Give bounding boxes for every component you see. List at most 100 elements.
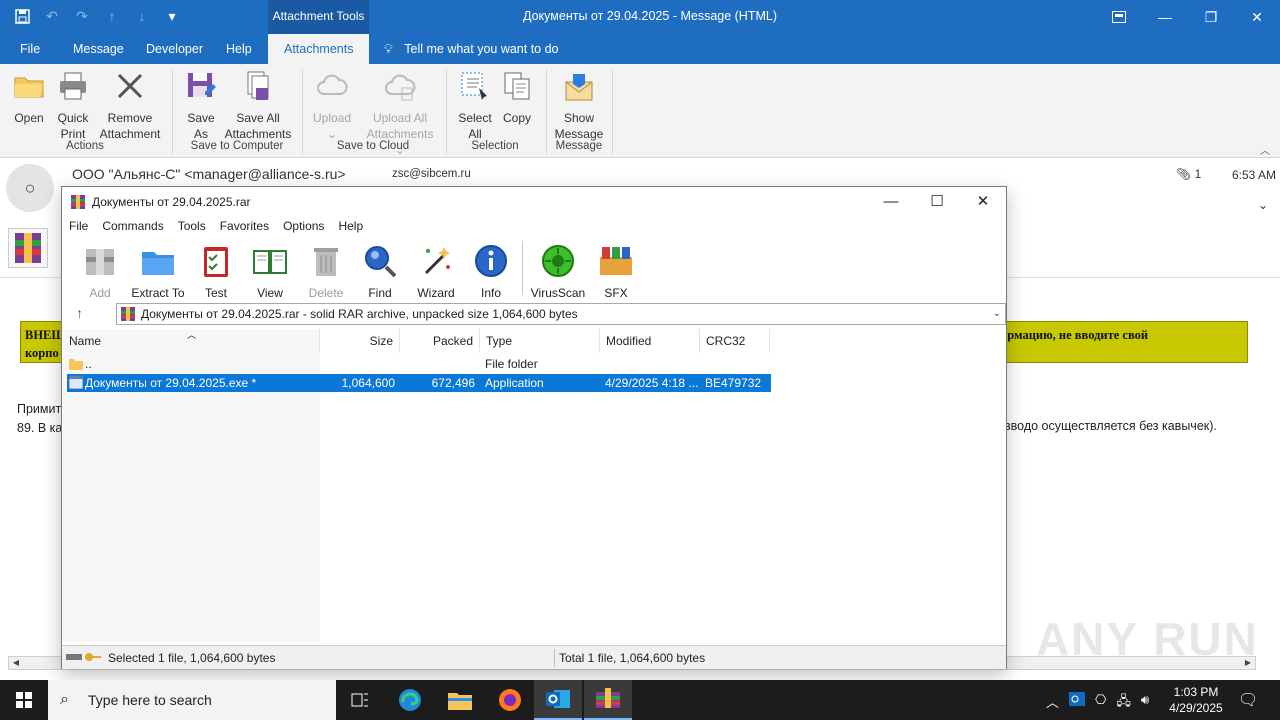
taskbar-file-explorer[interactable]: [436, 680, 484, 720]
column-crc32[interactable]: CRC32: [700, 329, 770, 353]
tab-developer[interactable]: Developer: [146, 34, 203, 64]
ribbon-display-options-icon[interactable]: [1096, 0, 1142, 34]
select-all-button[interactable]: Select All: [456, 68, 494, 142]
start-button[interactable]: [0, 680, 48, 720]
notification-center-icon[interactable]: 🗨︎: [1238, 690, 1258, 710]
menu-favorites[interactable]: Favorites: [213, 217, 276, 237]
extract-to-label: Extract To: [131, 286, 185, 300]
add-archive-icon: [86, 249, 114, 275]
taskbar-search-box[interactable]: ⌕ Type here to search: [48, 680, 336, 720]
quick-print-label-1: Quick: [57, 111, 89, 125]
remove-label-1: Remove: [107, 111, 153, 125]
drive-icon: [66, 646, 82, 670]
upload-label: Upload: [312, 111, 352, 125]
clock-date: 4/29/2025: [1169, 701, 1223, 715]
collapse-ribbon-icon[interactable]: ︿: [1260, 142, 1270, 157]
paperclip-icon: 📎︎: [1176, 167, 1192, 181]
column-size[interactable]: Size: [320, 329, 400, 353]
close-button[interactable]: ✕: [1234, 0, 1280, 34]
menu-file[interactable]: File: [62, 217, 95, 237]
outlook-icon: [546, 690, 570, 708]
show-message-button[interactable]: Show Message: [554, 68, 604, 142]
view-button[interactable]: View: [248, 243, 292, 300]
column-packed[interactable]: Packed: [400, 329, 480, 353]
extract-to-button[interactable]: Extract To: [130, 243, 186, 300]
taskbar-firefox[interactable]: [486, 680, 534, 720]
show-hidden-icons-icon[interactable]: ︿: [1046, 692, 1059, 714]
printer-icon: [60, 72, 86, 100]
column-type[interactable]: Type: [480, 329, 600, 353]
save-all-label-1: Save All: [236, 111, 280, 125]
upload-button[interactable]: Upload ⌄: [310, 68, 354, 142]
menu-options[interactable]: Options: [276, 217, 331, 237]
outlook-tray-icon[interactable]: [1069, 692, 1086, 714]
remove-attachment-button[interactable]: Remove Attachment: [96, 68, 164, 142]
windows-logo-icon: [16, 692, 32, 708]
body-line-2-right: вводо осуществляется без кавычек).: [1004, 419, 1217, 433]
taskbar-edge[interactable]: [386, 680, 434, 720]
tab-help[interactable]: Help: [226, 34, 252, 64]
info-button[interactable]: Info: [472, 243, 510, 300]
sort-indicator-icon: ︿: [187, 330, 197, 340]
archive-path-text: Документы от 29.04.2025.rar - solid RAR …: [141, 307, 578, 321]
volume-icon[interactable]: 🔊︎: [1141, 692, 1149, 714]
column-modified[interactable]: Modified: [600, 329, 700, 353]
save-as-button[interactable]: Save As: [184, 68, 218, 142]
ribbon-separator: [612, 70, 613, 154]
message-body-text: Примит 89. В ка: [17, 400, 62, 438]
tab-file[interactable]: File: [20, 34, 40, 64]
save-all-attachments-button[interactable]: Save All Attachments: [222, 68, 294, 142]
taskbar-winrar[interactable]: [584, 680, 632, 720]
list-item-parent-folder[interactable]: .. File folder: [67, 355, 771, 373]
network-icon[interactable]: 🖧︎: [1116, 692, 1131, 714]
meet-now-icon[interactable]: ⎔: [1095, 692, 1106, 714]
menu-tools[interactable]: Tools: [171, 217, 213, 237]
restore-button[interactable]: ❐: [1188, 0, 1234, 34]
test-button[interactable]: Test: [196, 243, 236, 300]
find-button[interactable]: Find: [360, 243, 400, 300]
windows-taskbar: ⌕ Type here to search ︿ ⎔ 🖧︎ 🔊︎ 1:03 PM …: [0, 680, 1280, 720]
archive-path-bar[interactable]: Документы от 29.04.2025.rar - solid RAR …: [116, 303, 1006, 325]
sfx-button[interactable]: SFX: [596, 243, 636, 300]
minimize-button[interactable]: —: [1142, 0, 1188, 34]
tell-me-box[interactable]: 💡︎ Tell me what you want to do: [384, 34, 559, 64]
open-button[interactable]: Open: [10, 68, 48, 126]
wizard-button[interactable]: Wizard: [414, 243, 458, 300]
column-name[interactable]: Name ︿: [63, 329, 320, 353]
task-view-button[interactable]: [336, 680, 384, 720]
status-selected: Selected 1 file, 1,064,600 bytes: [108, 651, 276, 665]
redo-icon[interactable]: ↷: [74, 8, 90, 24]
tab-attachments[interactable]: Attachments: [268, 34, 370, 64]
taskbar-clock[interactable]: 1:03 PM 4/29/2025: [1166, 684, 1226, 716]
warning-text-left-2: корпо: [25, 346, 59, 360]
lightbulb-icon: 💡︎: [384, 42, 393, 56]
attachment-file-icon[interactable]: [8, 228, 48, 268]
winrar-maximize-button[interactable]: ☐: [914, 187, 960, 217]
recipient-address[interactable]: zsc@sibcem.ru: [392, 168, 471, 180]
delete-button[interactable]: Delete: [306, 243, 346, 300]
menu-commands[interactable]: Commands: [95, 217, 170, 237]
winrar-minimize-button[interactable]: —: [868, 187, 914, 217]
menu-help[interactable]: Help: [331, 217, 370, 237]
winrar-close-button[interactable]: ✕: [960, 187, 1006, 217]
path-dropdown-icon[interactable]: ⌄: [993, 304, 1001, 324]
save-icon[interactable]: [14, 8, 30, 24]
customize-qat-icon[interactable]: ▾: [164, 8, 180, 24]
up-one-level-icon[interactable]: ↑: [76, 305, 83, 321]
arrow-up-icon[interactable]: ↑: [104, 8, 120, 24]
expand-header-icon[interactable]: ⌄: [1258, 198, 1268, 212]
save-as-label-1: Save: [187, 111, 215, 125]
list-item-exe[interactable]: Документы от 29.04.2025.exe * 1,064,600 …: [67, 374, 771, 392]
tab-message[interactable]: Message: [73, 34, 124, 64]
add-button[interactable]: Add: [80, 243, 120, 300]
arrow-down-icon[interactable]: ↓: [134, 8, 150, 24]
system-tray: ︿ ⎔ 🖧︎ 🔊︎: [1046, 692, 1149, 714]
scroll-left-icon[interactable]: ◀: [9, 657, 23, 669]
copy-button[interactable]: Copy: [500, 68, 534, 126]
avatar-circle-icon: ○: [24, 177, 36, 198]
delete-label: Delete: [308, 286, 344, 300]
quick-print-button[interactable]: Quick Print: [54, 68, 92, 142]
virusscan-button[interactable]: VirusScan: [530, 243, 586, 300]
undo-icon[interactable]: ↶: [44, 8, 60, 24]
taskbar-outlook[interactable]: [534, 680, 582, 720]
